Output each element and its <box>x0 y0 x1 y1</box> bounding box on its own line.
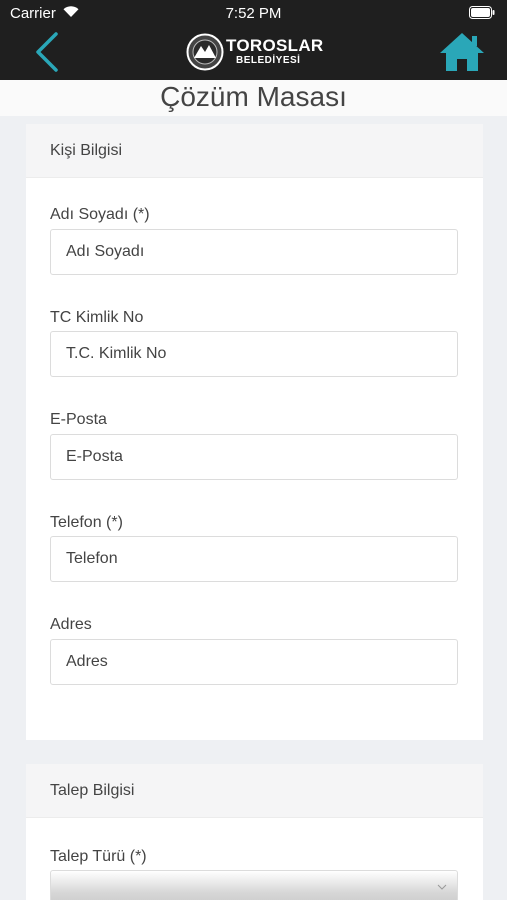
phone-input[interactable] <box>50 536 458 582</box>
logo-subtitle: BELEDİYESİ <box>236 55 301 66</box>
toroslar-logo: TOROSLAR BELEDİYESİ <box>186 33 326 73</box>
email-label: E-Posta <box>50 411 107 428</box>
logo-title: TOROSLAR <box>226 36 324 55</box>
request-type-label: Talep Türü (*) <box>50 848 147 865</box>
personal-info-card: Kişi Bilgisi Adı Soyadı (*) TC Kimlik No… <box>26 124 483 740</box>
home-icon[interactable] <box>439 31 485 73</box>
municipality-seal-icon <box>186 33 224 71</box>
request-info-card: Talep Bilgisi Talep Türü (*) <box>26 764 483 900</box>
request-info-header: Talep Bilgisi <box>26 764 483 818</box>
full-name-label: Adı Soyadı (*) <box>50 206 150 223</box>
phone-label: Telefon (*) <box>50 514 123 531</box>
address-label: Adres <box>50 616 92 633</box>
full-name-input[interactable] <box>50 229 458 275</box>
status-bar: Carrier 7:52 PM <box>0 0 507 26</box>
battery-icon <box>469 6 495 19</box>
app-header: Carrier 7:52 PM TOROSLAR BELEDİYESİ <box>0 0 507 80</box>
request-type-select[interactable] <box>50 870 458 900</box>
chevron-down-icon <box>437 884 447 890</box>
status-time: 7:52 PM <box>225 5 282 22</box>
tc-id-input[interactable] <box>50 331 458 377</box>
back-arrow-icon[interactable] <box>30 30 64 74</box>
address-input[interactable] <box>50 639 458 685</box>
personal-info-header: Kişi Bilgisi <box>26 124 483 178</box>
email-input[interactable] <box>50 434 458 480</box>
page-title: Çözüm Masası <box>160 81 347 112</box>
tc-id-label: TC Kimlik No <box>50 309 144 326</box>
